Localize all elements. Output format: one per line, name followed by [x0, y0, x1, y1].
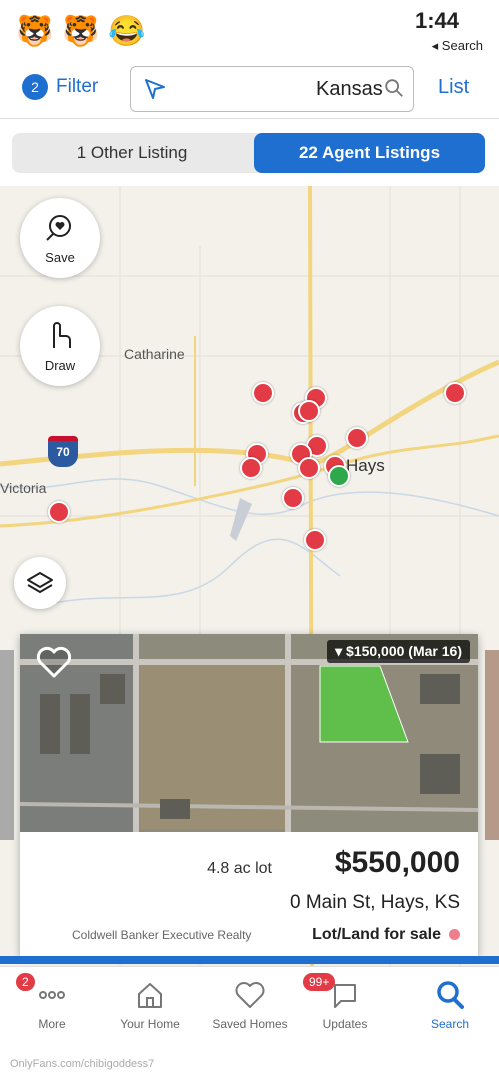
filter-button[interactable]: 2 Filter	[22, 74, 98, 100]
heart-icon	[235, 982, 265, 1008]
listing-marker[interactable]	[304, 529, 326, 551]
save-search-button[interactable]: Save	[20, 198, 100, 278]
tab-search[interactable]: Search	[402, 979, 498, 1031]
tab-agent-listings[interactable]: 22 Agent Listings	[254, 133, 485, 173]
tab-your-home[interactable]: Your Home	[102, 979, 198, 1031]
tab-your-home-label: Your Home	[120, 1017, 180, 1031]
tab-more[interactable]: More 2	[4, 973, 100, 1031]
draw-area-button[interactable]: Draw	[20, 306, 100, 386]
laughing-emoji-icon: 😂	[108, 15, 146, 48]
map-place-victoria: Victoria	[0, 480, 47, 496]
location-arrow-icon[interactable]	[143, 77, 167, 101]
listing-price: $550,000	[334, 846, 460, 879]
listing-marker[interactable]	[48, 501, 70, 523]
more-icon	[39, 991, 65, 999]
tiger-emoji-icon: 🐯	[16, 15, 54, 48]
save-listing-heart-icon[interactable]	[34, 642, 74, 682]
filter-label: Filter	[56, 76, 99, 97]
tab-other-listings[interactable]: 1 Other Listing	[12, 133, 252, 173]
save-search-icon	[46, 215, 71, 241]
tab-updates-label: Updates	[322, 1017, 368, 1031]
listing-photo[interactable]: ▾ $150,000 (Mar 16)	[20, 634, 478, 832]
map-place-catharine: Catharine	[124, 346, 185, 362]
search-input-value: Kansas	[316, 78, 383, 100]
tab-more-label: More	[38, 1017, 66, 1031]
house-icon	[138, 983, 162, 1008]
back-to-search-link[interactable]: ◂ Search	[432, 38, 483, 54]
status-time: 1:44	[414, 8, 459, 33]
aerial-photo-graphic	[20, 634, 478, 832]
listing-status-text: Lot/Land for sale	[312, 926, 441, 943]
search-icon	[385, 79, 403, 97]
updates-count-badge: 99+	[303, 973, 336, 991]
next-listing-card-edge[interactable]	[485, 650, 499, 840]
listing-marker[interactable]	[240, 457, 262, 479]
more-count-badge: 2	[16, 973, 35, 991]
tab-search-label: Search	[430, 1017, 470, 1031]
status-dot-icon	[449, 929, 460, 941]
lot-size: 4.8 ac lot	[207, 860, 272, 877]
listing-card[interactable]: ▾ $150,000 (Mar 16) 4.8 ac lot $550,000 …	[20, 634, 478, 956]
tab-saved-homes[interactable]: Saved Homes	[202, 979, 298, 1031]
listing-broker: Coldwell Banker Executive Realty	[72, 928, 252, 942]
listing-marker[interactable]	[282, 487, 304, 509]
save-search-label: Save	[45, 250, 75, 265]
selected-listing-marker[interactable]	[328, 465, 350, 487]
tab-updates[interactable]: Updates 99+	[297, 973, 393, 1031]
hand-draw-icon	[53, 322, 71, 348]
listing-marker[interactable]	[346, 427, 368, 449]
tab-saved-homes-label: Saved Homes	[212, 1017, 288, 1031]
map-place-hays: Hays	[346, 456, 385, 475]
listing-marker[interactable]	[298, 457, 320, 479]
listing-status: Lot/Land for sale	[312, 926, 460, 944]
header-divider	[0, 118, 499, 119]
search-icon	[437, 981, 464, 1009]
bottom-tab-bar: Search Updates 99+ Saved Homes Your Home…	[0, 966, 499, 1047]
listing-type-segmented-control: 1 Other Listing 22 Agent Listings	[12, 133, 485, 173]
price-history-badge[interactable]: ▾ $150,000 (Mar 16)	[327, 640, 470, 663]
listing-marker[interactable]	[252, 382, 274, 404]
card-selection-bar	[0, 956, 499, 964]
draw-area-label: Draw	[44, 358, 76, 373]
map-layers-button[interactable]	[14, 557, 66, 609]
filter-count-badge: 2	[22, 74, 48, 100]
listing-marker[interactable]	[298, 400, 320, 422]
tiger-emoji-icon: 🐯	[62, 15, 100, 48]
list-view-link[interactable]: List	[438, 76, 469, 99]
watermark-text: OnlyFans.com/chibigoddess7	[10, 1058, 155, 1070]
search-input[interactable]: Kansas	[130, 66, 414, 112]
listing-marker[interactable]	[444, 382, 466, 404]
interstate-shield-icon: 70	[48, 436, 78, 467]
status-bar: 😂 🐯 🐯 1:44 ◂ Search	[0, 0, 499, 60]
listing-address: 0 Main St, Hays, KS	[289, 892, 460, 913]
previous-listing-card-edge[interactable]	[0, 650, 14, 840]
layers-icon	[27, 572, 53, 593]
